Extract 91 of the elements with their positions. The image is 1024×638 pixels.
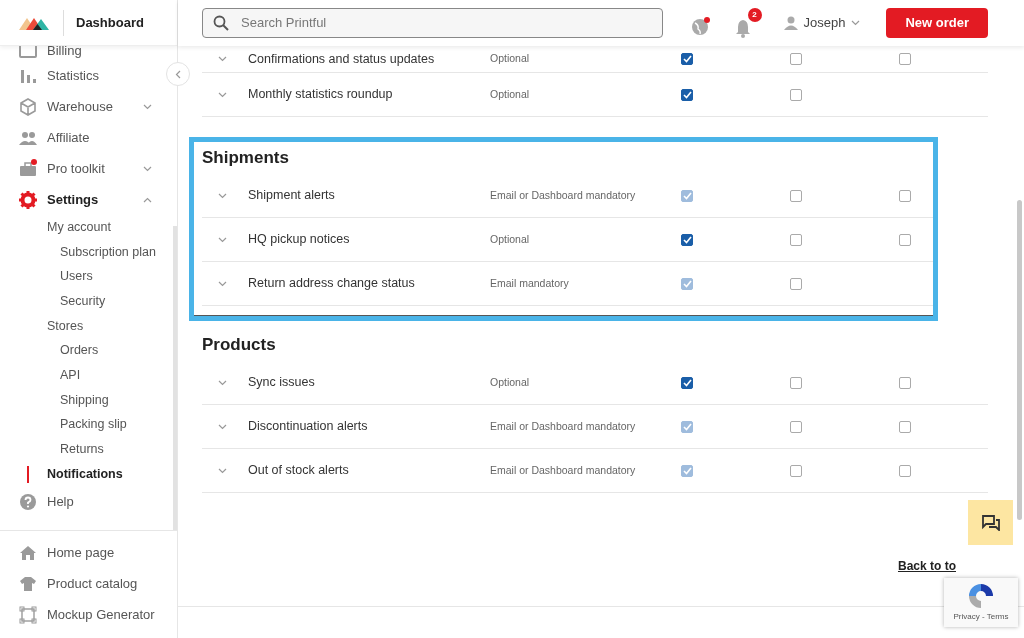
sidebar-subitem[interactable]: Notifications: [0, 461, 163, 487]
checkbox[interactable]: [899, 53, 911, 65]
requirement-text: Optional: [490, 374, 531, 390]
checkbox[interactable]: [790, 88, 802, 101]
sidebar-subitem[interactable]: Orders: [0, 338, 163, 364]
globe-icon: [690, 15, 711, 36]
checkbox[interactable]: [790, 233, 802, 246]
section-title: Products: [202, 333, 277, 356]
notification-label: Return address change status: [248, 275, 416, 293]
gear-icon: [19, 190, 37, 209]
sidebar-subitem[interactable]: Packing slip: [0, 412, 163, 438]
user-menu[interactable]: Joseph: [783, 13, 861, 33]
toolbox-icon: [19, 159, 37, 178]
search-input[interactable]: Search Printful: [239, 12, 652, 34]
box-icon: [19, 97, 37, 116]
sidebar-item[interactable]: Home page: [0, 537, 177, 568]
sidebar-item[interactable]: Pro toolkit: [0, 153, 163, 184]
requirement-text: Email or Dashboard mandatory: [490, 462, 637, 478]
notification-label: Out of stock alerts: [248, 462, 350, 480]
notification-label: Shipment alerts: [248, 187, 336, 205]
requirement-text: Optional: [490, 231, 531, 247]
checkbox[interactable]: [790, 53, 802, 65]
expand-chevron-icon: [216, 56, 229, 62]
new-order-button[interactable]: New order: [886, 8, 988, 38]
back-to-top-link[interactable]: Back to to: [898, 557, 956, 575]
home-icon: [19, 543, 37, 562]
sidebar-subitem[interactable]: Subscription plan: [0, 239, 163, 265]
requirement-text: Optional: [490, 86, 531, 102]
sidebar-item[interactable]: Settings: [0, 184, 163, 215]
checkbox[interactable]: [899, 420, 911, 433]
help-icon: [19, 493, 37, 512]
sidebar-subitem[interactable]: Stores: [0, 313, 163, 339]
sidebar-item[interactable]: Help: [0, 486, 163, 518]
sidebar-subitem[interactable]: Returns: [0, 437, 163, 462]
checkbox[interactable]: [899, 376, 911, 389]
privacy-terms-links[interactable]: Privacy - Terms: [953, 611, 1009, 623]
requirement-text: Email or Dashboard mandatory: [490, 187, 637, 203]
checkbox[interactable]: [790, 376, 802, 389]
expand-chevron-icon: [216, 236, 229, 243]
checkbox[interactable]: [790, 189, 802, 202]
sidebar-item[interactable]: Mockup Generator: [0, 599, 177, 630]
notification-label: HQ pickup notices: [248, 231, 351, 249]
sidebar-subitem[interactable]: Users: [0, 264, 163, 290]
checkbox[interactable]: [681, 53, 693, 65]
expand-chevron-icon: [216, 423, 229, 430]
sidebar-item[interactable]: Warehouse: [0, 91, 163, 122]
sidebar-subitem[interactable]: API: [0, 363, 163, 388]
checkbox[interactable]: [899, 189, 911, 202]
notification-label: Monthly statistics roundup: [248, 86, 394, 104]
chat-button[interactable]: [968, 500, 1013, 545]
checkbox[interactable]: [681, 376, 693, 389]
checkbox[interactable]: [790, 277, 802, 290]
notification-count: 2: [747, 8, 762, 22]
collapse-button[interactable]: [166, 62, 190, 86]
checkbox[interactable]: [899, 464, 911, 477]
sidebar-item[interactable]: Affiliate: [0, 122, 163, 153]
notification-label: Sync issues: [248, 374, 316, 392]
section-title: Shipments: [202, 146, 290, 169]
sidebar-item[interactable]: Statistics: [0, 60, 163, 91]
checkbox[interactable]: [790, 464, 802, 477]
recaptcha-icon: [966, 581, 996, 611]
requirement-text: Optional: [490, 51, 531, 67]
requirement-text: Email mandatory: [490, 275, 570, 291]
expand-chevron-icon: [216, 91, 229, 98]
chat-icon: [981, 514, 1000, 531]
tshirt-icon: [19, 574, 37, 593]
expand-chevron-icon: [216, 379, 229, 386]
checkbox[interactable]: [681, 233, 693, 246]
expand-chevron-icon: [216, 280, 229, 287]
card-icon: [19, 46, 37, 60]
expand-chevron-icon: [216, 467, 229, 474]
expand-chevron-icon: [216, 192, 229, 199]
notification-label: Confirmations and status updates: [248, 50, 436, 68]
checkbox[interactable]: [681, 88, 693, 101]
notifications-button[interactable]: 2: [732, 8, 762, 38]
sidebar-subitem[interactable]: Shipping: [0, 387, 163, 413]
chevron-icon: [851, 20, 861, 26]
sidebar-item[interactable]: Product catalog: [0, 568, 177, 599]
user-icon: [783, 16, 798, 30]
sidebar-subitem[interactable]: My account: [0, 215, 163, 240]
checkbox[interactable]: [899, 233, 911, 246]
notification-label: Discontinuation alerts: [248, 418, 369, 436]
search-icon: [213, 15, 229, 31]
sidebar-subitem[interactable]: Security: [0, 289, 163, 314]
checkbox[interactable]: [790, 420, 802, 433]
search-bar[interactable]: Search Printful: [202, 8, 663, 38]
frame-icon: [19, 605, 37, 624]
dashboard-title[interactable]: Dashboard: [76, 12, 144, 33]
requirement-text: Email or Dashboard mandatory: [490, 418, 637, 434]
sidebar-item[interactable]: Billing: [0, 46, 163, 60]
chevron-left-icon: [175, 69, 181, 79]
